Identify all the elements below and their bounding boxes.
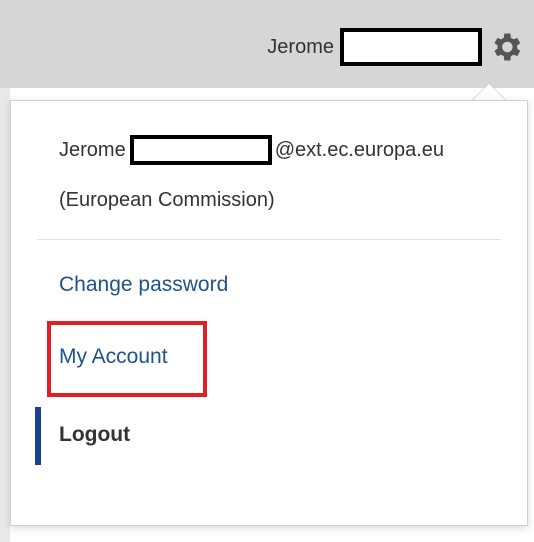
username-label: Jerome bbox=[267, 35, 334, 58]
user-email: Jerome @ext.ec.europa.eu bbox=[59, 135, 444, 165]
redacted-email-part bbox=[129, 135, 272, 165]
redacted-surname bbox=[340, 28, 482, 66]
user-menu-trigger[interactable]: Jerome bbox=[267, 24, 528, 70]
email-prefix: Jerome bbox=[59, 138, 126, 161]
active-indicator bbox=[35, 407, 41, 465]
page-background bbox=[0, 88, 10, 542]
gear-icon[interactable] bbox=[484, 25, 528, 69]
logout-link[interactable]: Logout bbox=[59, 423, 130, 447]
user-organization: (European Commission) bbox=[59, 189, 275, 211]
user-dropdown-menu: Jerome @ext.ec.europa.eu (European Commi… bbox=[10, 100, 528, 526]
top-bar: Jerome bbox=[0, 0, 534, 88]
change-password-link[interactable]: Change password bbox=[59, 273, 228, 297]
my-account-link[interactable]: My Account bbox=[59, 345, 168, 369]
dropdown-caret bbox=[472, 84, 506, 101]
menu-divider bbox=[37, 239, 501, 240]
email-suffix: @ext.ec.europa.eu bbox=[274, 138, 444, 161]
